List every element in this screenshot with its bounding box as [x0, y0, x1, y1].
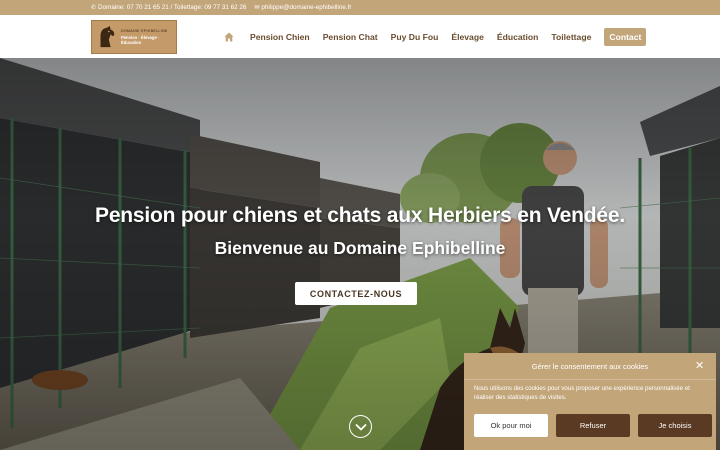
chevron-down-icon	[354, 423, 367, 431]
cookie-choose-button[interactable]: Je choisis	[638, 414, 712, 437]
phone-icon: ✆	[91, 5, 97, 11]
nav-item-pension-chat[interactable]: Pension Chat	[323, 32, 378, 42]
home-icon[interactable]	[224, 31, 236, 43]
cookie-refuse-button[interactable]: Refuser	[556, 414, 630, 437]
phone-info: ✆ Domaine: 07 70 21 65 21 / Toilettage: …	[91, 4, 246, 11]
logo-line-2: Pension · Élevage · Éducation	[120, 35, 160, 45]
contactez-nous-button[interactable]: CONTACTEZ-NOUS	[295, 282, 417, 305]
nav-item-elevage[interactable]: Élevage	[451, 32, 484, 42]
main-nav: Pension Chien Pension Chat Puy Du Fou Él…	[224, 15, 647, 58]
contact-button[interactable]: Contact	[604, 27, 647, 46]
hero-title: Pension pour chiens et chats aux Herbier…	[95, 204, 625, 227]
site-logo[interactable]: Domaine Ephibelline Pension · Élevage · …	[91, 20, 177, 54]
dog-logo-icon	[100, 25, 115, 48]
cookie-description: Nous utilisons des cookies pour vous pro…	[474, 385, 690, 401]
hero-subtitle: Bienvenue au Domaine Ephibelline	[214, 238, 506, 258]
nav-item-pension-chien[interactable]: Pension Chien	[250, 32, 310, 42]
email-info[interactable]: ✉ philippe@domaine-ephibelline.fr	[254, 4, 351, 11]
close-icon[interactable]: ✕	[695, 361, 705, 372]
site-header: Domaine Ephibelline Pension · Élevage · …	[0, 15, 720, 58]
logo-line-1: Domaine Ephibelline	[120, 29, 168, 33]
cookie-consent-panel: Gérer le consentement aux cookies ✕ Nous…	[464, 353, 716, 450]
cookie-accept-button[interactable]: Ok pour moi	[474, 414, 548, 437]
nav-item-toilettage[interactable]: Toilettage	[551, 32, 591, 42]
scroll-down-button[interactable]	[349, 415, 372, 438]
email-link[interactable]: philippe@domaine-ephibelline.fr	[261, 4, 351, 11]
top-info-bar: ✆ Domaine: 07 70 21 65 21 / Toilettage: …	[0, 0, 720, 15]
phone-text: Domaine: 07 70 21 65 21 / Toilettage: 09…	[98, 4, 247, 11]
cookie-title: Gérer le consentement aux cookies	[531, 361, 649, 371]
nav-item-puy-du-fou[interactable]: Puy Du Fou	[391, 32, 439, 42]
nav-item-education[interactable]: Éducation	[497, 32, 539, 42]
mail-icon: ✉	[254, 5, 260, 11]
